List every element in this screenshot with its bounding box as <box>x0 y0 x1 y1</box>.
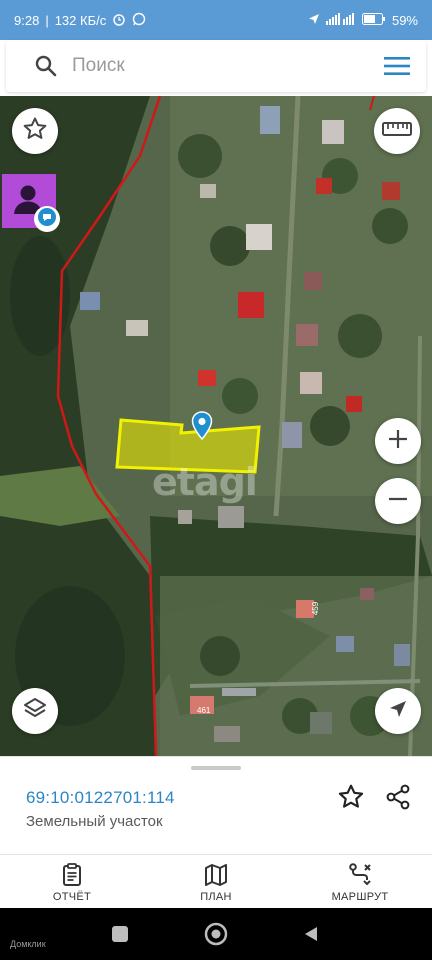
share-button[interactable] <box>382 783 414 815</box>
house-label-461: 461 <box>197 706 211 715</box>
hamburger-menu-icon[interactable] <box>382 54 412 78</box>
plus-icon <box>386 427 410 456</box>
whatsapp-icon <box>132 12 146 29</box>
tab-plan-label: ПЛАН <box>200 890 232 903</box>
search-input[interactable] <box>72 52 352 80</box>
share-icon <box>384 783 412 816</box>
status-bar: 9:28 | 132 КБ/с 59% <box>0 0 432 40</box>
home-button[interactable] <box>204 922 228 946</box>
tab-plan[interactable]: ПЛАН <box>144 855 288 909</box>
star-outline-icon <box>337 783 365 816</box>
route-icon <box>347 862 373 888</box>
zoom-in-button[interactable] <box>375 418 421 464</box>
tab-route[interactable]: МАРШРУТ <box>288 855 432 909</box>
layers-button[interactable] <box>12 688 58 734</box>
tab-report-label: ОТЧЁТ <box>52 890 92 903</box>
recent-apps-button[interactable] <box>112 926 128 942</box>
alarm-icon <box>112 12 126 29</box>
chat-badge[interactable] <box>34 206 60 232</box>
house-label-459: 459 <box>311 601 321 616</box>
map-watermark: etagi <box>152 460 258 504</box>
sheet-drag-handle[interactable] <box>191 766 241 770</box>
clipboard-icon <box>59 862 85 888</box>
tab-report[interactable]: ОТЧЁТ <box>0 855 144 909</box>
zoom-out-button[interactable] <box>375 478 421 524</box>
parcel-type: Земельный участок <box>26 813 163 830</box>
search-bar <box>6 40 426 92</box>
parcel-info-sheet[interactable]: 69:10:0122701:114 Земельный участок <box>0 756 432 854</box>
satellite-imagery <box>0 96 432 756</box>
star-icon <box>22 116 48 147</box>
battery-level: 59% <box>391 12 418 28</box>
minus-icon <box>386 487 410 516</box>
status-time: 9:28 <box>14 12 40 28</box>
map-view[interactable]: 461 459 etagi <box>0 96 432 756</box>
ruler-measure-button[interactable] <box>374 108 420 154</box>
layers-icon <box>22 696 48 727</box>
bottom-tab-bar: ОТЧЁТ ПЛАН МАРШРУТ <box>0 854 432 908</box>
navigation-arrow-icon <box>387 698 409 725</box>
search-icon[interactable] <box>34 54 58 78</box>
app-watermark-label: Домклик <box>10 939 46 949</box>
location-icon <box>308 13 320 28</box>
map-icon <box>203 862 229 888</box>
chat-bubble-icon <box>37 207 57 232</box>
cadastral-number[interactable]: 69:10:0122701:114 <box>26 788 175 808</box>
my-location-button[interactable] <box>375 688 421 734</box>
parcel-marker-pin-icon[interactable] <box>191 411 213 441</box>
back-button[interactable] <box>302 925 320 943</box>
signal-icon <box>325 12 356 28</box>
status-speed: 132 КБ/с <box>54 12 107 28</box>
favorite-parcel-button[interactable] <box>335 783 367 815</box>
favorite-map-button[interactable] <box>12 108 58 154</box>
battery-icon <box>361 12 386 28</box>
tab-route-label: МАРШРУТ <box>331 890 389 903</box>
status-divider: | <box>45 12 49 28</box>
ruler-icon <box>382 121 412 142</box>
system-navigation-bar: Домклик <box>0 908 432 960</box>
